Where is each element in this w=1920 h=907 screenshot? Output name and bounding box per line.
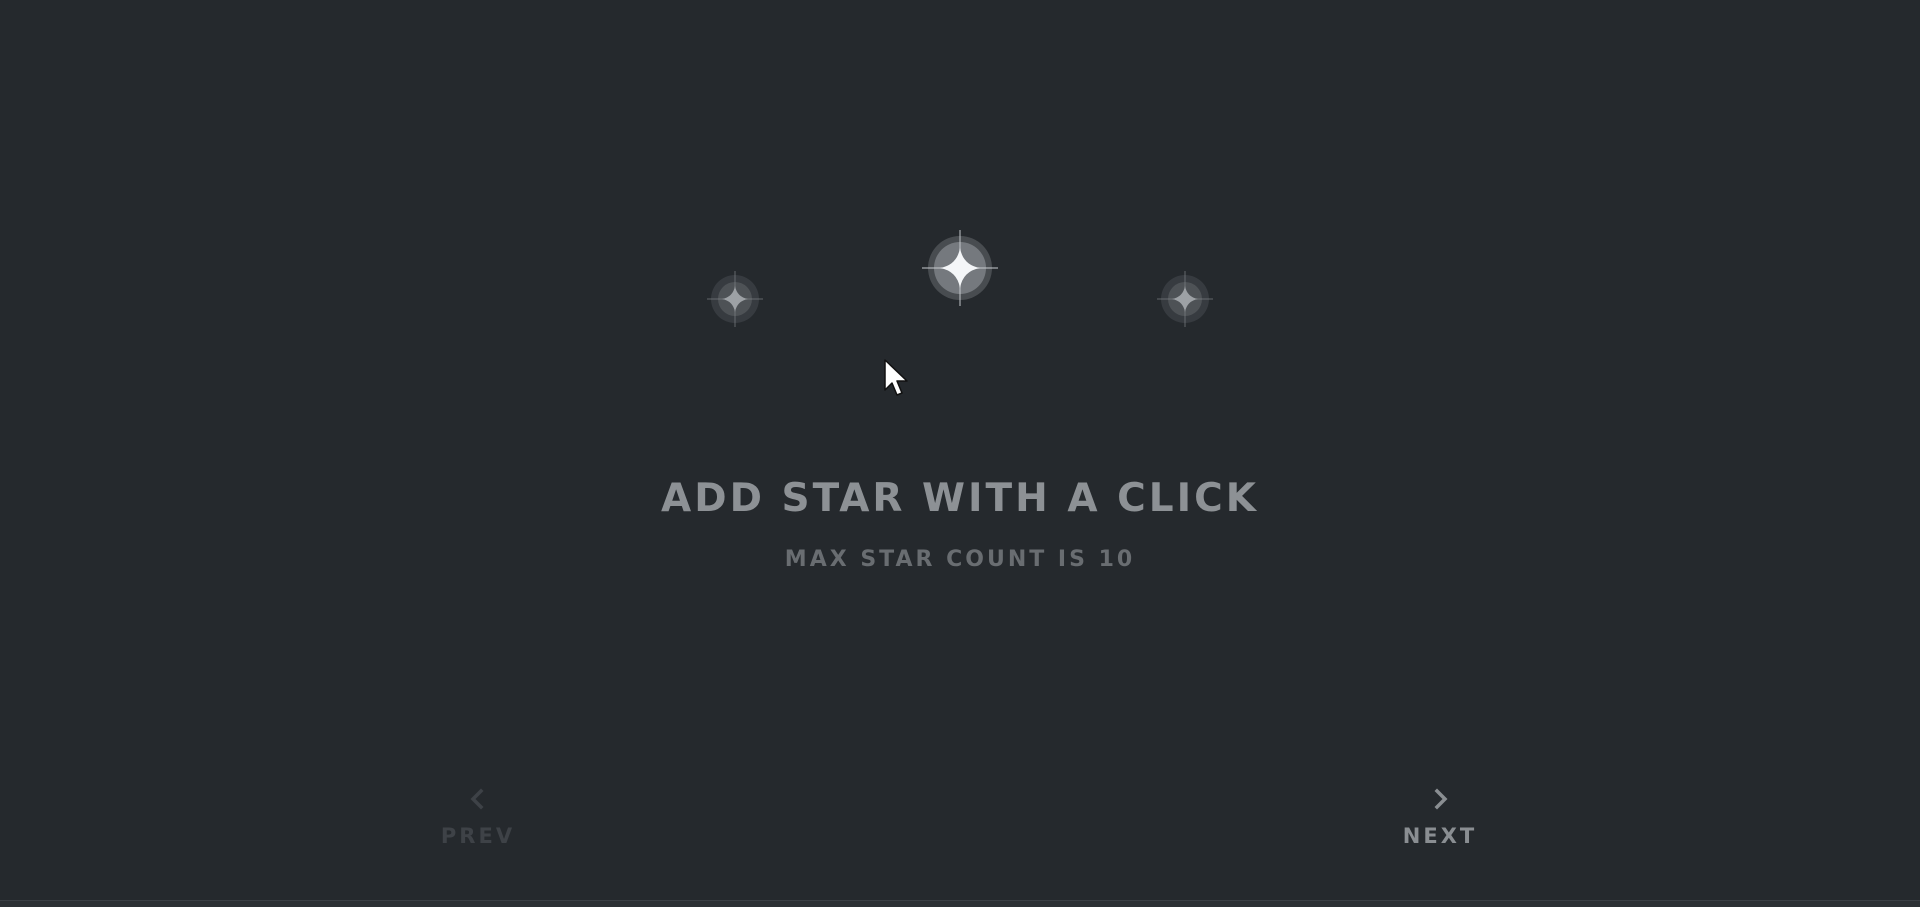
headline: ADD STAR WITH A CLICK [661,476,1259,521]
star-canvas[interactable]: ADD STAR WITH A CLICK MAX STAR COUNT IS … [0,0,1920,900]
next-button[interactable]: NEXT [1380,786,1500,862]
chevron-left-icon [470,788,484,810]
mouse-pointer-icon [883,358,913,404]
star-center [915,223,1005,313]
next-label: NEXT [1402,824,1478,848]
chevron-right-icon [1434,788,1448,810]
sparkle-star-icon [922,230,998,306]
bottom-border [0,900,1920,907]
prev-button[interactable]: PREV [418,786,538,862]
star-left [700,264,770,334]
subline: MAX STAR COUNT IS 10 [784,547,1136,572]
sparkle-star-icon [707,271,763,327]
sparkle-star-icon [1157,271,1213,327]
prev-label: PREV [440,824,516,848]
star-right [1150,264,1220,334]
